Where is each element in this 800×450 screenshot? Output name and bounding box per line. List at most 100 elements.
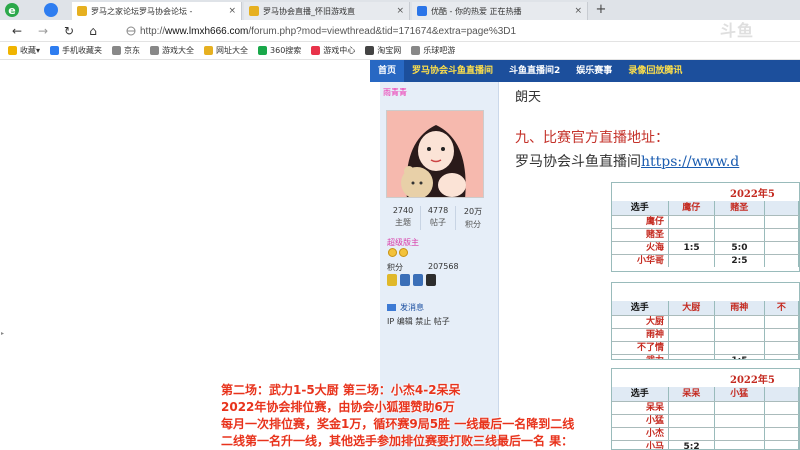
user-name-link[interactable]: 雨青青 xyxy=(383,87,407,98)
user-stat[interactable]: 20万 积分 xyxy=(456,206,490,230)
score-cell xyxy=(765,255,799,267)
table-header-cell: 选手 xyxy=(612,301,669,315)
score-cell xyxy=(715,428,765,440)
forum-nav-item[interactable]: 罗马协会斗鱼直播间 xyxy=(404,60,501,82)
stat-label: 主题 xyxy=(395,218,411,227)
url-input[interactable]: http://www.lmxh666.com/forum.php?mod=vie… xyxy=(140,23,660,39)
bookmark-item[interactable]: 游戏中心 xyxy=(311,45,355,56)
score-cell xyxy=(715,342,765,354)
bookmark-label: 游戏中心 xyxy=(323,46,356,55)
browser-logo-icon[interactable]: e xyxy=(4,2,20,18)
tab-close-icon[interactable]: × xyxy=(228,6,236,16)
table-header-cell: 大厨 xyxy=(669,301,715,315)
table-header: 选手 大厨 雨神不 xyxy=(612,301,799,315)
tab-title: 优酷 - 你的热爱 正在热播 xyxy=(431,6,522,16)
score-cell xyxy=(669,355,716,359)
new-tab-button[interactable]: + xyxy=(594,2,608,18)
send-message-label: 发消息 xyxy=(400,303,424,312)
player-name: 赌圣 xyxy=(612,229,669,241)
tab-title: 罗马之家论坛罗马协会论坛 - xyxy=(91,6,193,16)
table-header-cell: 雨神 xyxy=(715,301,765,315)
medal-icon[interactable] xyxy=(400,274,410,286)
score-cell xyxy=(669,329,716,341)
forward-button[interactable]: → xyxy=(36,24,50,38)
chevron-down-icon[interactable]: ▾ xyxy=(36,46,40,55)
player-name: 武力 xyxy=(612,355,669,359)
post-heading: 九、比赛官方直播地址： xyxy=(515,130,669,146)
table-row: 小华哥 2:5 xyxy=(612,254,799,267)
bookmark-icon xyxy=(150,46,160,55)
medal-icon[interactable] xyxy=(413,274,423,286)
reload-button[interactable]: ↻ xyxy=(62,24,76,38)
moderator-ops[interactable]: IP 编辑 禁止 帖子 xyxy=(387,316,450,327)
table-row: 小杰 xyxy=(612,427,799,440)
stat-value: 20万 xyxy=(463,207,483,216)
avatar-illustration-icon xyxy=(387,111,483,197)
score-cell xyxy=(765,342,799,354)
stat-value: 2740 xyxy=(392,206,414,215)
bookmark-icon xyxy=(411,46,421,55)
forum-nav-item[interactable]: 斗鱼直播间2 xyxy=(501,60,568,82)
score-cell xyxy=(669,342,716,354)
score-cell xyxy=(765,242,799,254)
browser-tab[interactable]: 罗马协会直播_怀旧游戏直 × xyxy=(244,2,410,20)
subtitle-line: 2022年协会排位赛，由协会小狐狸赞助6万 xyxy=(221,400,455,414)
user-stat[interactable]: 4778 帖子 xyxy=(421,206,456,230)
medal-icon[interactable] xyxy=(426,274,436,286)
scroll-handle-icon[interactable]: ▸ xyxy=(1,330,4,337)
back-button[interactable]: ← xyxy=(10,24,24,38)
bookmark-item[interactable]: 游戏大全 xyxy=(150,45,194,56)
bookmark-item[interactable]: 收藏 ▾ xyxy=(8,45,40,56)
score-cell xyxy=(715,415,765,427)
player-name: 雨神 xyxy=(612,329,669,341)
bookmark-label: 游戏大全 xyxy=(162,46,195,55)
table-header-cell: 小猛 xyxy=(715,387,765,401)
avatar[interactable] xyxy=(386,110,484,198)
score-cell: 5:0 xyxy=(715,242,765,254)
forum-nav-item[interactable]: 录像回放腾讯 xyxy=(620,60,690,82)
table-header-cell: 鹰仔 xyxy=(669,201,715,215)
player-name: 鹰仔 xyxy=(612,216,669,228)
score-cell xyxy=(715,216,765,228)
tab-close-icon[interactable]: × xyxy=(396,6,404,16)
tab-title: 罗马协会直播_怀旧游戏直 xyxy=(263,6,355,16)
player-name: 小马 xyxy=(612,441,669,449)
bookmark-icon xyxy=(50,46,60,55)
score-cell xyxy=(765,415,799,427)
medal-icon[interactable] xyxy=(387,274,397,286)
globe-icon xyxy=(126,26,136,36)
player-name: 小华哥 xyxy=(612,255,669,267)
home-button[interactable]: ⌂ xyxy=(86,24,100,38)
score-cell xyxy=(765,229,799,241)
svg-text:e: e xyxy=(8,4,15,17)
url-host: www.lmxh666.com xyxy=(165,25,249,37)
score-cell xyxy=(715,316,765,328)
score-cell xyxy=(765,441,799,449)
bookmark-item[interactable]: 京东 xyxy=(112,45,140,56)
send-message-link[interactable]: 发消息 xyxy=(387,302,424,313)
user-stat[interactable]: 2740 主题 xyxy=(386,206,421,230)
post-line: 朗天 xyxy=(515,90,542,105)
table-row: 小猛 xyxy=(612,414,799,427)
table-row: 鹰仔 xyxy=(612,215,799,228)
table-header-cell xyxy=(765,387,799,401)
points-label: 积分 xyxy=(387,263,403,272)
bookmark-item[interactable]: 淘宝网 xyxy=(365,45,401,56)
tab-close-icon[interactable]: × xyxy=(574,6,582,16)
forum-nav-item[interactable]: 娱乐赛事 xyxy=(568,60,620,82)
table-header-cell: 选手 xyxy=(612,387,669,401)
browser-window: e 罗马之家论坛罗马协会论坛 - × 罗马协会直播_怀旧游戏直 × 优酷 - 你的热爱 … xyxy=(0,0,800,450)
browser-tab[interactable]: 罗马之家论坛罗马协会论坛 - × xyxy=(72,2,242,20)
bookmark-item[interactable]: 乐球吧游 xyxy=(411,45,455,56)
bookmark-item[interactable]: 手机收藏夹 xyxy=(50,45,102,56)
bookmark-item[interactable]: 网址大全 xyxy=(204,45,248,56)
stream-link[interactable]: https://www.d xyxy=(641,154,739,170)
send-icon[interactable] xyxy=(44,3,58,17)
bookmark-item[interactable]: 360搜索 xyxy=(258,45,301,56)
table-row: 赌圣 xyxy=(612,228,799,241)
forum-nav-item[interactable]: 首页 xyxy=(370,60,405,82)
score-cell xyxy=(715,329,765,341)
subtitle-overlay: 第二场：武力1-5大厨 第三场：小杰4-2呆呆 2022年协会排位赛，由协会小狐狸… xyxy=(221,382,574,450)
browser-tab[interactable]: 优酷 - 你的热爱 正在热播 × xyxy=(412,2,588,20)
table-row: 呆呆 xyxy=(612,401,799,414)
